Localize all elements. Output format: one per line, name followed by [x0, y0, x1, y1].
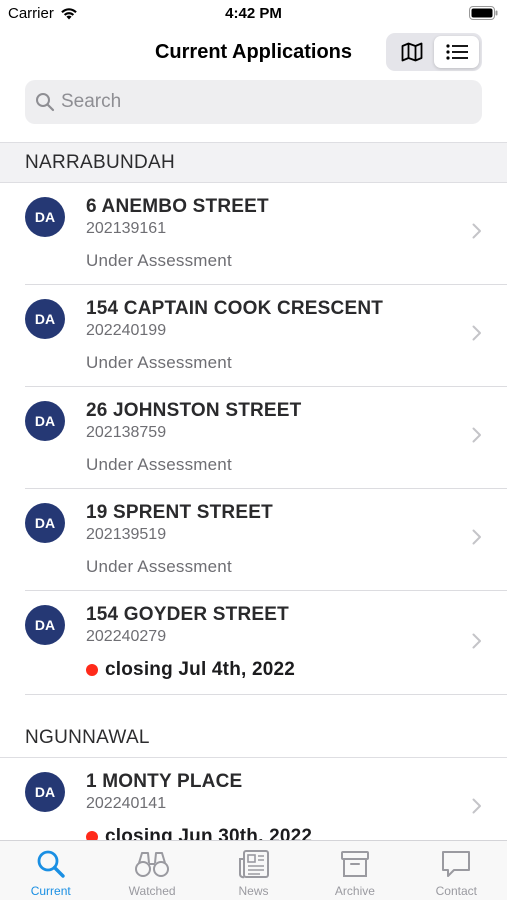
map-icon: [401, 42, 422, 62]
application-row[interactable]: DA 19 SPRENT STREET 202139519 Under Asse…: [25, 489, 507, 591]
chevron-right-icon: [472, 427, 481, 443]
application-address: 26 JOHNSTON STREET: [86, 400, 302, 421]
application-status: Under Assessment: [86, 353, 232, 372]
chevron-right-icon: [472, 223, 481, 239]
application-row[interactable]: DA 6 ANEMBO STREET 202139161 Under Asses…: [25, 183, 507, 285]
tab-label: Contact: [435, 884, 477, 898]
navigation-bar: Current Applications: [0, 30, 507, 76]
application-status: Under Assessment: [86, 251, 232, 270]
search-input[interactable]: [61, 91, 461, 113]
chevron-right-icon: [472, 633, 481, 649]
tab-contact[interactable]: Contact: [406, 841, 507, 900]
list-icon: [445, 44, 468, 60]
section-header-narrabundah: NARRABUNDAH: [0, 143, 507, 183]
application-status: Under Assessment: [86, 455, 232, 474]
chevron-right-icon: [472, 325, 481, 341]
da-badge: DA: [25, 401, 65, 441]
application-address: 154 CAPTAIN COOK CRESCENT: [86, 298, 384, 319]
list-view-button[interactable]: [434, 36, 479, 68]
tab-label: Watched: [128, 884, 176, 898]
battery-icon: [469, 6, 498, 20]
closing-status: closing Jul 4th, 2022: [86, 659, 295, 681]
closing-indicator-dot: [86, 664, 98, 676]
magnifier-icon: [37, 850, 65, 878]
archive-box-icon: [340, 851, 369, 877]
closing-indicator-dot: [86, 831, 98, 840]
application-number: 202240199: [86, 322, 167, 339]
section-header-ngunnawal: NGUNNAWAL: [0, 718, 507, 758]
application-number: 202138759: [86, 424, 167, 441]
da-badge: DA: [25, 503, 65, 543]
tab-label: Current: [30, 884, 71, 898]
map-view-button[interactable]: [389, 36, 434, 68]
view-mode-toggle: [386, 33, 482, 71]
status-time: 4:42 PM: [225, 5, 282, 22]
application-number: 202240279: [86, 628, 167, 645]
binoculars-icon: [135, 852, 170, 877]
application-number: 202139519: [86, 526, 167, 543]
application-row[interactable]: DA 1 MONTY PLACE 202240141 closing Jun 3…: [25, 758, 507, 840]
chevron-right-icon: [472, 798, 481, 814]
da-badge: DA: [25, 605, 65, 645]
application-number: 202240141: [86, 795, 167, 812]
tab-current[interactable]: Current: [0, 841, 101, 900]
search-icon: [36, 93, 55, 112]
closing-status: closing Jun 30th, 2022: [86, 826, 312, 840]
application-row[interactable]: DA 26 JOHNSTON STREET 202138759 Under As…: [25, 387, 507, 489]
tab-watched[interactable]: Watched: [101, 841, 202, 900]
search-bar[interactable]: [25, 80, 482, 124]
newspaper-icon: [238, 850, 269, 879]
tab-bar: Current Watched News Archive Contact: [0, 840, 507, 900]
chat-bubble-icon: [442, 851, 471, 877]
tab-archive[interactable]: Archive: [304, 841, 405, 900]
section-spacer: [0, 695, 507, 718]
da-badge: DA: [25, 197, 65, 237]
closing-date-label: closing Jun 30th, 2022: [105, 826, 313, 840]
application-address: 154 GOYDER STREET: [86, 604, 289, 625]
tab-label: Archive: [334, 884, 375, 898]
applications-list: NARRABUNDAH DA 6 ANEMBO STREET 202139161…: [0, 142, 507, 840]
application-number: 202139161: [86, 220, 167, 237]
application-address: 6 ANEMBO STREET: [86, 196, 269, 217]
chevron-right-icon: [472, 529, 481, 545]
status-bar: Carrier 4:42 PM: [0, 0, 507, 28]
tab-news[interactable]: News: [203, 841, 304, 900]
da-badge: DA: [25, 299, 65, 339]
application-row[interactable]: DA 154 GOYDER STREET 202240279 closing J…: [25, 591, 507, 695]
da-badge: DA: [25, 772, 65, 812]
tab-label: News: [238, 884, 269, 898]
application-address: 19 SPRENT STREET: [86, 502, 273, 523]
application-status: Under Assessment: [86, 557, 232, 576]
application-address: 1 MONTY PLACE: [86, 771, 243, 792]
application-row[interactable]: DA 154 CAPTAIN COOK CRESCENT 202240199 U…: [25, 285, 507, 387]
closing-date-label: closing Jul 4th, 2022: [105, 659, 296, 680]
